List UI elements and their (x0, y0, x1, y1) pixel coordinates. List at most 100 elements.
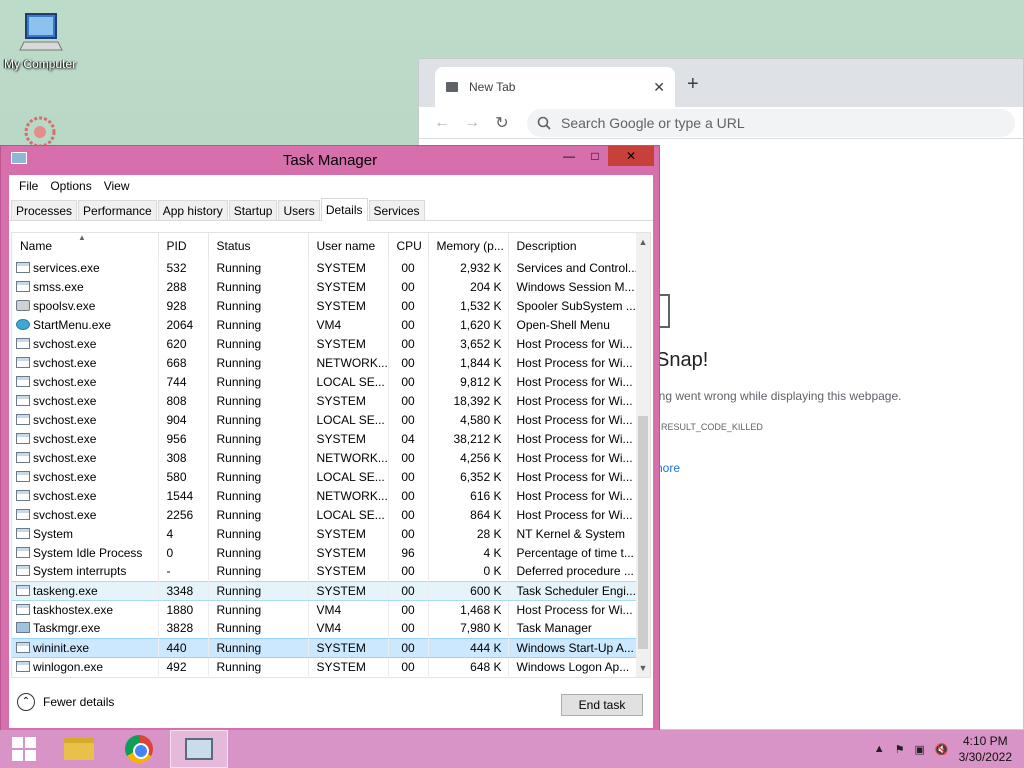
process-user: SYSTEM (308, 429, 389, 448)
tab-processes[interactable]: Processes (11, 200, 78, 220)
back-arrow-icon[interactable]: ← (427, 114, 457, 132)
table-row[interactable]: svchost.exe 744 Running LOCAL SE... 00 9,812 … (12, 372, 638, 391)
menu-file[interactable]: File (13, 179, 44, 193)
maximize-button[interactable]: □ (582, 146, 608, 166)
process-pid: 1880 (158, 600, 209, 619)
process-cpu: 00 (388, 505, 429, 524)
process-status: Running (208, 258, 309, 277)
table-row[interactable]: svchost.exe 808 Running SYSTEM 00 18,392 K Hos… (12, 391, 638, 410)
process-user: LOCAL SE... (308, 467, 389, 486)
process-description: Windows Logon Ap... (508, 657, 638, 676)
table-row[interactable]: svchost.exe 2256 Running LOCAL SE... 00 864 K… (12, 505, 638, 524)
process-pid: 532 (158, 258, 209, 277)
process-name: svchost.exe (12, 429, 159, 448)
process-name: svchost.exe (12, 467, 159, 486)
process-name-text: svchost.exe (33, 393, 97, 408)
process-icon (16, 299, 30, 311)
scroll-thumb[interactable] (638, 416, 648, 649)
process-icon (16, 489, 30, 501)
table-row[interactable]: spoolsv.exe 928 Running SYSTEM 00 1,532 K Spoo… (12, 296, 638, 315)
table-row[interactable]: System interrupts - Running SYSTEM 00 0 K Defe… (12, 562, 638, 581)
show-hidden-icons-icon[interactable]: ▲ (874, 743, 885, 755)
volume-muted-icon[interactable]: 🔇 (935, 743, 949, 756)
table-row[interactable]: taskeng.exe 3348 Running SYSTEM 00 600 K Task … (12, 580, 638, 601)
table-row[interactable]: svchost.exe 580 Running LOCAL SE... 00 6,352 … (12, 467, 638, 486)
menu-options[interactable]: Options (44, 179, 97, 193)
scroll-up-icon[interactable]: ▲ (636, 235, 650, 249)
column-name[interactable]: Name ▲ (12, 233, 159, 258)
tab-app-history[interactable]: App history (157, 200, 228, 220)
table-row[interactable]: svchost.exe 668 Running NETWORK... 00 1,844 K… (12, 353, 638, 372)
column-status[interactable]: Status (208, 233, 309, 258)
process-description: Host Process for Wi... (508, 334, 638, 353)
taskbar-file-explorer[interactable] (50, 730, 108, 768)
process-cpu: 00 (388, 562, 429, 581)
process-memory: 2,932 K (428, 258, 509, 277)
table-row[interactable]: services.exe 532 Running SYSTEM 00 2,932 K Ser… (12, 258, 638, 277)
tab-startup[interactable]: Startup (228, 200, 278, 220)
table-row[interactable]: smss.exe 288 Running SYSTEM 00 204 K Windows S… (12, 277, 638, 296)
tab-users[interactable]: Users (278, 200, 320, 220)
process-memory: 204 K (428, 277, 509, 296)
table-row[interactable]: System 4 Running SYSTEM 00 28 K NT Kernel & Sy… (12, 524, 638, 543)
column-pid[interactable]: PID (158, 233, 209, 258)
end-task-button[interactable]: End task (561, 694, 643, 716)
close-button[interactable]: ✕ (608, 146, 654, 166)
taskbar-task-manager[interactable] (170, 730, 228, 768)
action-center-flag-icon[interactable]: ⚑ (895, 743, 905, 756)
desktop-icon-my-computer[interactable]: My Computer (0, 10, 80, 71)
new-tab-button[interactable]: + (687, 73, 699, 96)
tab-services[interactable]: Services (368, 200, 425, 220)
tab-performance[interactable]: Performance (78, 200, 157, 220)
table-row[interactable]: System Idle Process 0 Running SYSTEM 96 4 K Pe… (12, 543, 638, 562)
process-pid: 2256 (158, 505, 209, 524)
process-status: Running (208, 657, 309, 676)
fewer-details-button[interactable]: ⌃ Fewer details (17, 693, 114, 711)
process-memory: 1,532 K (428, 296, 509, 315)
table-row[interactable]: svchost.exe 956 Running SYSTEM 04 38,212 K Hos… (12, 429, 638, 448)
title-bar[interactable]: Task Manager — □ ✕ (1, 146, 659, 174)
process-name: svchost.exe (12, 448, 159, 467)
column-description[interactable]: Description (508, 233, 638, 258)
start-button[interactable] (0, 730, 48, 768)
process-name: smss.exe (12, 277, 159, 296)
chrome-tab-new-tab[interactable]: New Tab ✕ (435, 67, 675, 107)
clock[interactable]: 4:10 PM 3/30/2022 (959, 733, 1012, 765)
taskbar-chrome[interactable] (110, 730, 168, 768)
process-memory: 600 K (428, 580, 509, 601)
network-icon[interactable]: ▣ (915, 743, 925, 756)
process-cpu: 00 (388, 657, 429, 676)
table-row[interactable]: wininit.exe 440 Running SYSTEM 00 444 K Window… (12, 637, 638, 658)
table-row[interactable]: winlogon.exe 492 Running SYSTEM 00 648 K Windo… (12, 657, 638, 676)
table-row[interactable]: Taskmgr.exe 3828 Running VM4 00 7,980 K Task M… (12, 619, 638, 638)
minimize-button[interactable]: — (556, 146, 582, 166)
column-user-name[interactable]: User name (308, 233, 389, 258)
process-user: VM4 (308, 619, 389, 638)
table-row[interactable]: svchost.exe 1544 Running NETWORK... 00 616 KH… (12, 486, 638, 505)
table-row[interactable]: svchost.exe 904 Running LOCAL SE... 00 4,580 … (12, 410, 638, 429)
process-name: svchost.exe (12, 334, 159, 353)
scroll-down-icon[interactable]: ▼ (636, 661, 650, 675)
omnibox[interactable]: Search Google or type a URL (527, 108, 1015, 137)
table-row[interactable]: svchost.exe 620 Running SYSTEM 00 3,652 K Host… (12, 334, 638, 353)
vertical-scrollbar[interactable]: ▲ ▼ (636, 233, 650, 677)
forward-arrow-icon[interactable]: → (457, 114, 487, 132)
process-pid: 0 (158, 543, 209, 562)
table-row[interactable]: svchost.exe 308 Running NETWORK... 00 4,256 K… (12, 448, 638, 467)
close-icon[interactable]: ✕ (653, 79, 665, 96)
process-pid: 668 (158, 353, 209, 372)
process-pid: 956 (158, 429, 209, 448)
tab-details[interactable]: Details (320, 198, 368, 221)
process-cpu: 00 (388, 372, 429, 391)
process-name-text: wininit.exe (33, 640, 90, 655)
process-cpu: 00 (388, 410, 429, 429)
menu-view[interactable]: View (98, 179, 136, 193)
reload-icon[interactable]: ↻ (487, 113, 517, 133)
column-cpu[interactable]: CPU (388, 233, 429, 258)
table-row[interactable]: taskhostex.exe 1880 Running VM4 00 1,468 K Hos… (12, 600, 638, 619)
process-description: Host Process for Wi... (508, 429, 638, 448)
column-memory[interactable]: Memory (p... (428, 233, 509, 258)
desktop-icon-flower[interactable] (0, 110, 80, 149)
table-row[interactable]: StartMenu.exe 2064 Running VM4 00 1,620 K Open… (12, 315, 638, 334)
process-cpu: 00 (388, 353, 429, 372)
